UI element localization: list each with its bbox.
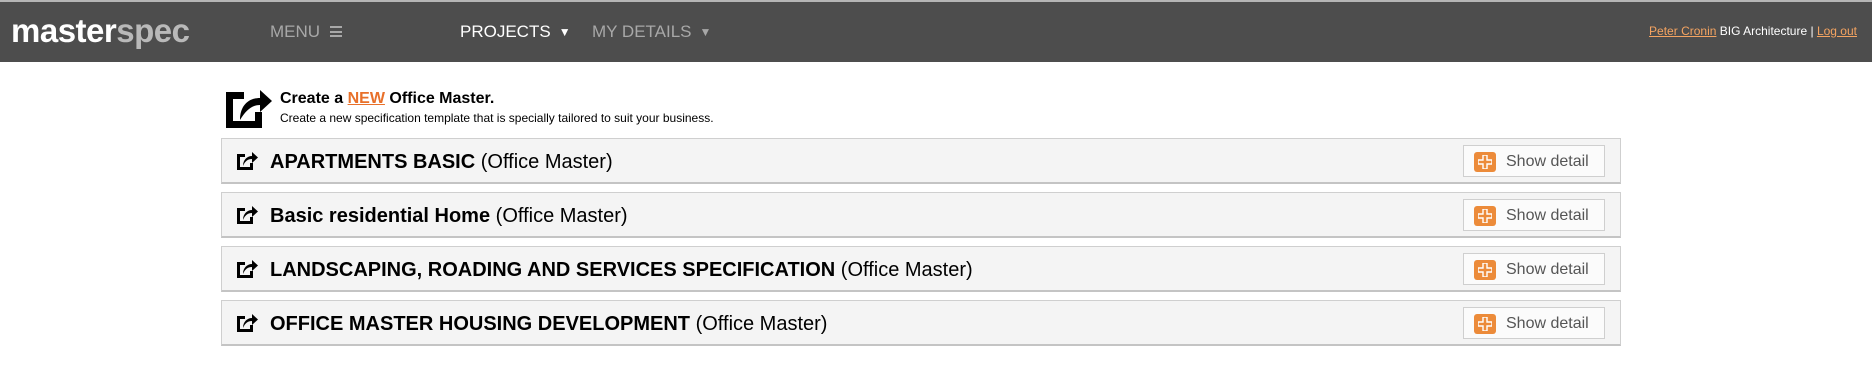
logo-part-spec: spec bbox=[116, 12, 190, 49]
caret-down-icon: ▼ bbox=[699, 25, 712, 39]
show-detail-button[interactable]: Show detail bbox=[1463, 253, 1605, 285]
office-master-name: APARTMENTS BASIC bbox=[270, 151, 476, 173]
share-out-icon bbox=[237, 206, 258, 224]
top-navbar: masterspec MENU PROJECTS ▼ MY DETAILS ▼ Pe… bbox=[0, 0, 1872, 62]
office-master-title[interactable]: OFFICE MASTER HOUSING DEVELOPMENT (Offic… bbox=[270, 312, 827, 336]
office-master-row[interactable]: APARTMENTS BASIC (Office Master) Show de… bbox=[221, 138, 1621, 184]
create-title-suffix: Office Master. bbox=[389, 90, 495, 107]
user-area: Peter Cronin BIG Architecture | Log out bbox=[1649, 24, 1857, 38]
hamburger-icon bbox=[329, 26, 342, 37]
nav-projects-label: PROJECTS bbox=[460, 22, 551, 41]
office-master-title[interactable]: APARTMENTS BASIC (Office Master) bbox=[270, 150, 613, 174]
office-master-name: OFFICE MASTER HOUSING DEVELOPMENT bbox=[270, 313, 691, 335]
company-name: BIG Architecture bbox=[1719, 24, 1808, 38]
show-detail-label: Show detail bbox=[1506, 207, 1589, 224]
masterspec-logo[interactable]: masterspec bbox=[11, 12, 190, 49]
share-out-icon bbox=[237, 260, 258, 278]
office-master-type: (Office Master) bbox=[695, 313, 828, 335]
show-detail-button[interactable]: Show detail bbox=[1463, 307, 1605, 339]
show-detail-button[interactable]: Show detail bbox=[1463, 199, 1605, 231]
show-detail-label: Show detail bbox=[1506, 153, 1589, 170]
user-name-link[interactable]: Peter Cronin bbox=[1649, 24, 1716, 38]
user-separator: | bbox=[1810, 24, 1814, 38]
office-master-name: LANDSCAPING, ROADING AND SERVICES SPECIF… bbox=[270, 259, 836, 281]
plus-icon bbox=[1474, 152, 1496, 172]
plus-icon bbox=[1474, 260, 1496, 280]
plus-icon bbox=[1474, 314, 1496, 334]
office-master-type: (Office Master) bbox=[480, 151, 613, 173]
caret-down-icon: ▼ bbox=[558, 25, 571, 39]
nav-my-details-dropdown[interactable]: MY DETAILS ▼ bbox=[592, 22, 711, 43]
office-master-row[interactable]: OFFICE MASTER HOUSING DEVELOPMENT (Offic… bbox=[221, 300, 1621, 346]
office-master-type: (Office Master) bbox=[840, 259, 973, 281]
office-master-title[interactable]: LANDSCAPING, ROADING AND SERVICES SPECIF… bbox=[270, 258, 973, 282]
share-out-icon bbox=[226, 90, 272, 128]
nav-menu-label: MENU bbox=[270, 22, 321, 41]
office-master-title[interactable]: Basic residential Home (Office Master) bbox=[270, 204, 628, 228]
create-subtitle: Create a new specification template that… bbox=[280, 111, 714, 125]
nav-projects-dropdown[interactable]: PROJECTS ▼ bbox=[460, 22, 571, 43]
show-detail-label: Show detail bbox=[1506, 261, 1589, 278]
office-master-name: Basic residential Home bbox=[270, 205, 491, 227]
office-master-row[interactable]: Basic residential Home (Office Master) S… bbox=[221, 192, 1621, 238]
create-title: Create a NEW Office Master. bbox=[280, 90, 494, 108]
show-detail-button[interactable]: Show detail bbox=[1463, 145, 1605, 177]
office-master-type: (Office Master) bbox=[495, 205, 628, 227]
plus-icon bbox=[1474, 206, 1496, 226]
create-new-link[interactable]: NEW bbox=[348, 90, 385, 107]
create-office-master-section[interactable]: Create a NEW Office Master. Create a new… bbox=[222, 80, 822, 130]
office-master-row[interactable]: LANDSCAPING, ROADING AND SERVICES SPECIF… bbox=[221, 246, 1621, 292]
share-out-icon bbox=[237, 152, 258, 170]
logo-part-master: master bbox=[11, 12, 117, 49]
nav-my-details-label: MY DETAILS bbox=[592, 22, 692, 41]
create-title-prefix: Create a bbox=[280, 90, 344, 107]
nav-menu-button[interactable]: MENU bbox=[270, 22, 342, 42]
show-detail-label: Show detail bbox=[1506, 315, 1589, 332]
share-out-icon bbox=[237, 314, 258, 332]
logout-link[interactable]: Log out bbox=[1817, 24, 1857, 38]
